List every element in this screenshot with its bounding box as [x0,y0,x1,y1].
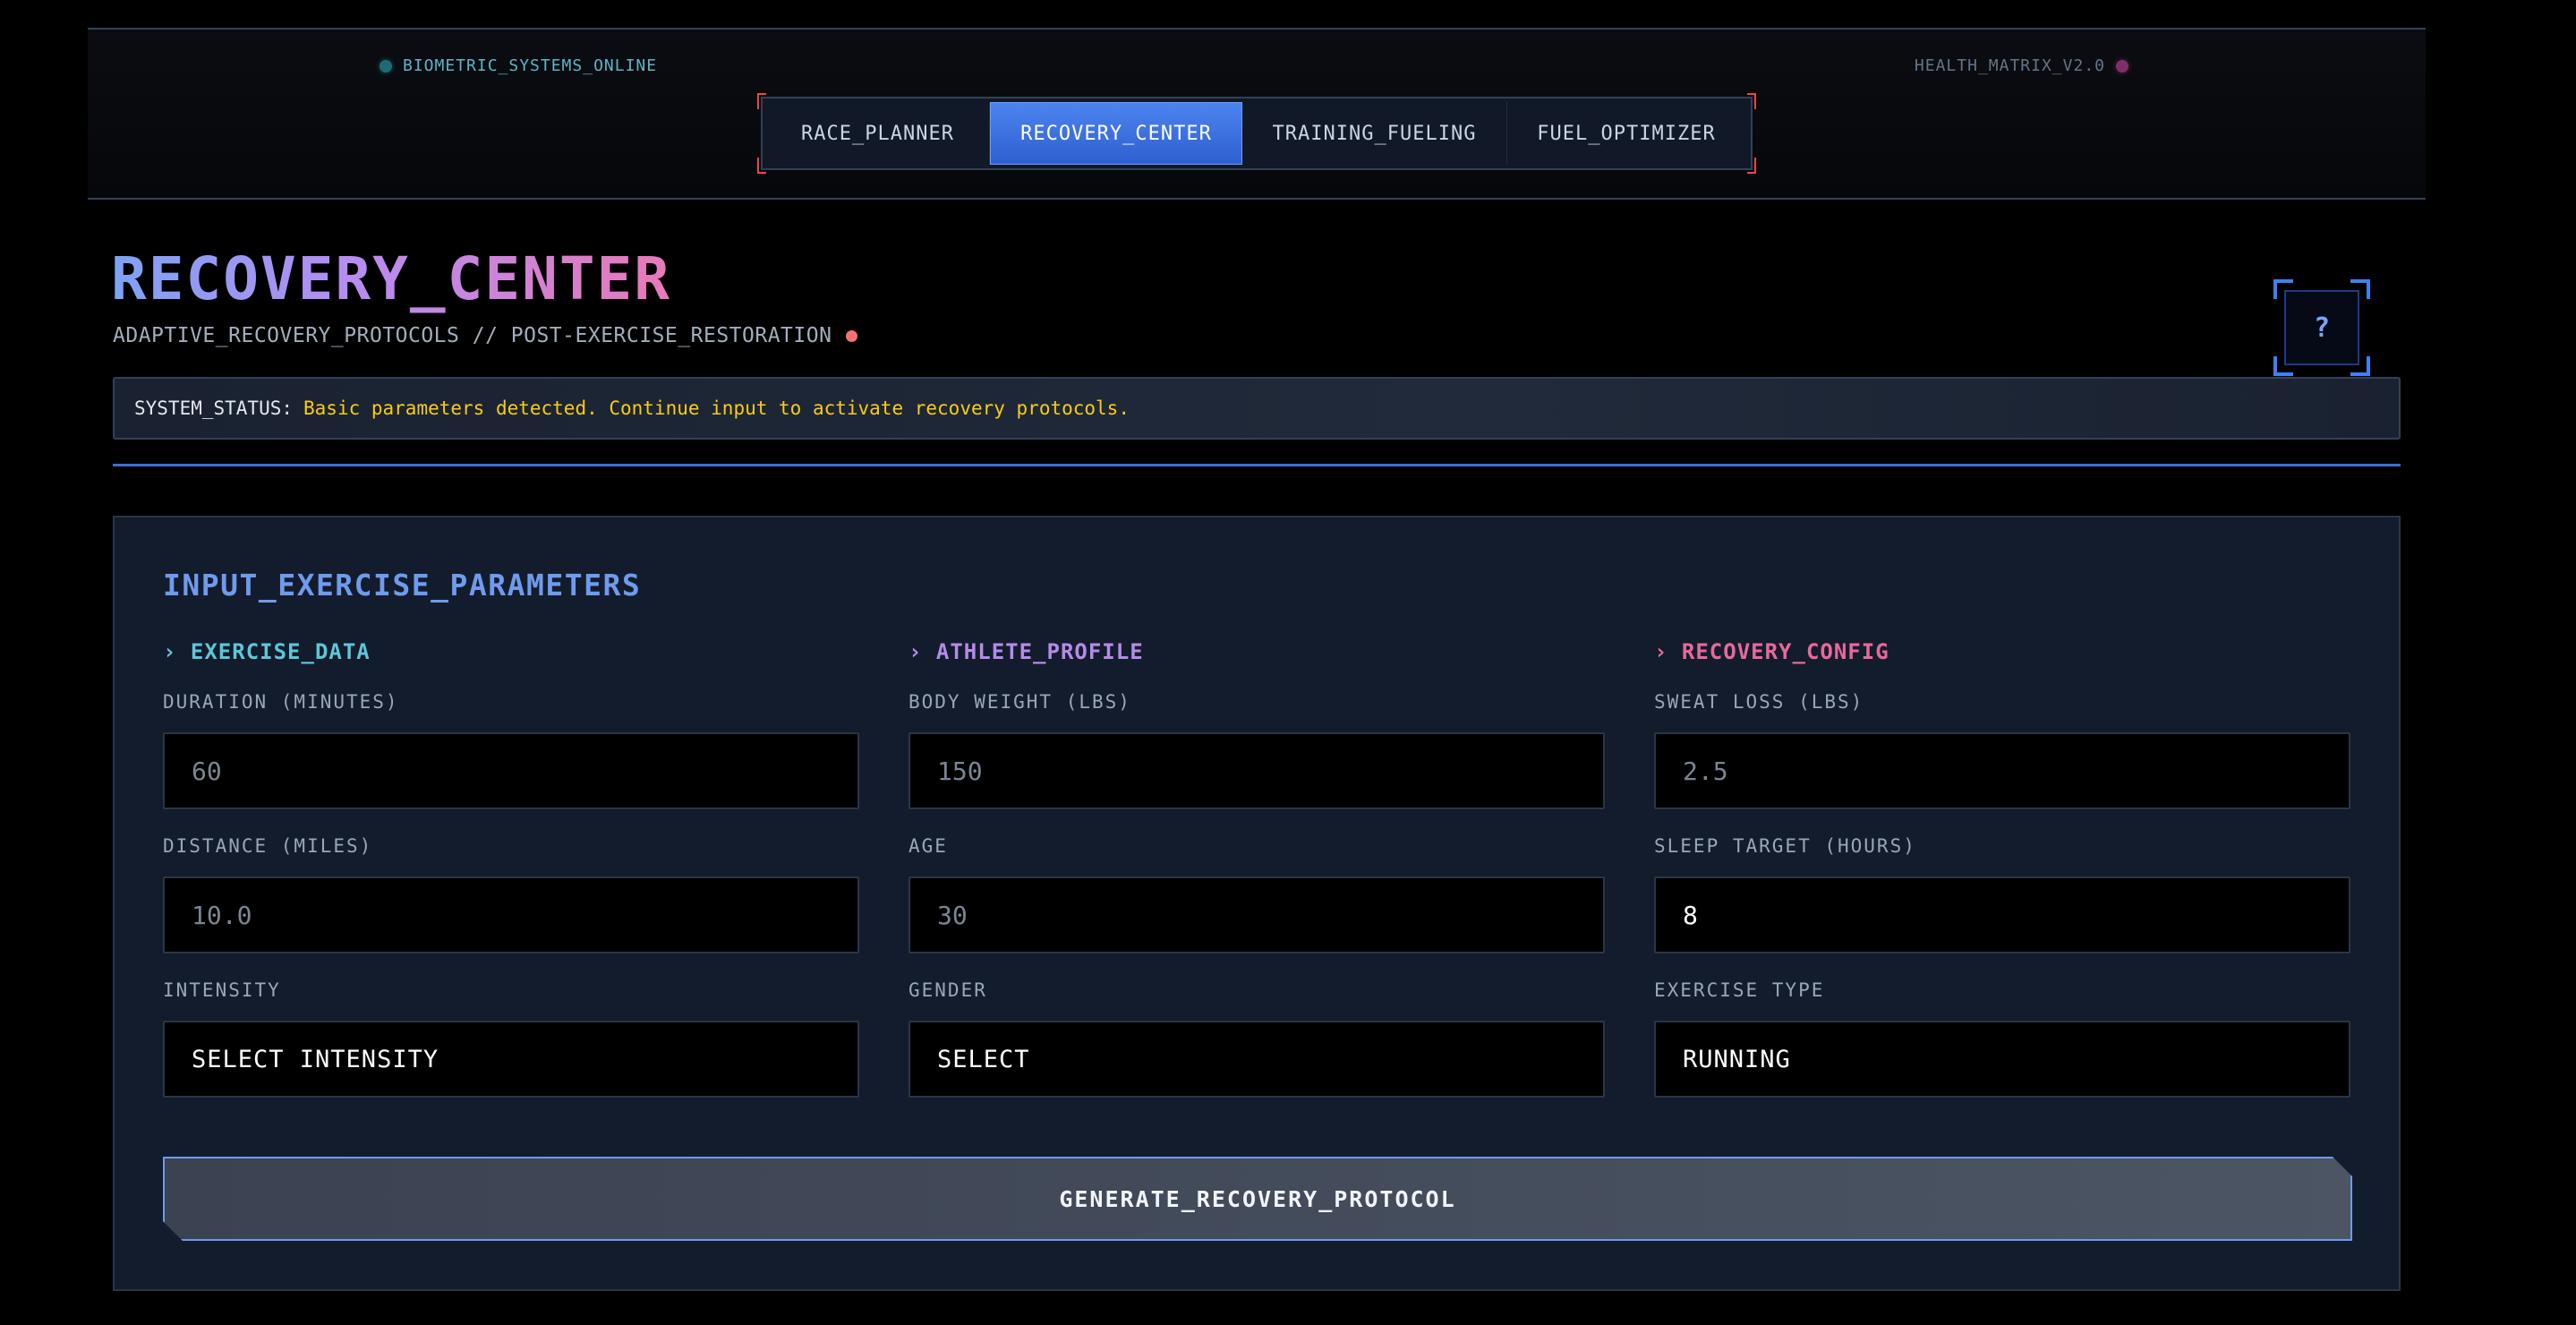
exercise-type-select[interactable]: RUNNING [1654,1021,2350,1098]
duration-field: DURATION (MINUTES) 60 [163,691,859,809]
corner-bracket-icon [757,93,766,109]
intensity-field: INTENSITY SELECT INTENSITY [163,979,859,1098]
sleep-target-input[interactable]: 8 [1654,876,2350,953]
distance-field: DISTANCE (MILES) 10.0 [163,835,859,953]
corner-bracket-icon [2273,356,2293,376]
subtitle-text: ADAPTIVE_RECOVERY_PROTOCOLS // POST-EXER… [113,324,832,347]
field-label: EXERCISE TYPE [1654,979,1825,1001]
exercise-parameters-panel: INPUT_EXERCISE_PARAMETERS › EXERCISE_DAT… [113,516,2401,1291]
question-mark-icon: ? [2284,290,2359,365]
main-tab-bar: RACE_PLANNER RECOVERY_CENTER TRAINING_FU… [757,93,1756,174]
tab-fuel-optimizer[interactable]: FUEL_OPTIMIZER [1507,102,1745,165]
status-right-label: HEALTH_MATRIX_V2.0 [1914,56,2105,75]
tab-race-planner[interactable]: RACE_PLANNER [766,102,990,165]
sweat-loss-input[interactable]: 2.5 [1654,732,2350,809]
gender-field: GENDER SELECT [908,979,1605,1098]
field-label: INTENSITY [163,979,281,1001]
intensity-select[interactable]: SELECT INTENSITY [163,1021,859,1098]
status-dot-icon [380,59,392,73]
corner-bracket-icon [2350,356,2370,376]
corner-bracket-icon [1747,93,1756,109]
system-status-bar: SYSTEM_STATUS: Basic parameters detected… [113,377,2401,440]
body-weight-input[interactable]: 150 [908,732,1605,809]
help-button[interactable]: ? [2273,279,2370,376]
section-divider [113,464,2401,466]
corner-bracket-icon [2273,279,2293,299]
status-left-label: BIOMETRIC_SYSTEMS_ONLINE [403,56,658,75]
panel-title: INPUT_EXERCISE_PARAMETERS [163,568,642,603]
tab-training-fueling[interactable]: TRAINING_FUELING [1242,102,1507,165]
live-dot-icon [846,329,858,342]
recovery-config-column: › RECOVERY_CONFIG SWEAT LOSS (LBS) 2.5 S… [1654,639,2350,1098]
distance-input[interactable]: 10.0 [163,876,859,953]
generate-recovery-protocol-button[interactable]: GENERATE_RECOVERY_PROTOCOL [163,1157,2352,1241]
tab-recovery-center[interactable]: RECOVERY_CENTER [990,102,1242,165]
exercise-type-field: EXERCISE TYPE RUNNING [1654,979,2350,1098]
exercise-data-column: › EXERCISE_DATA DURATION (MINUTES) 60 DI… [163,639,859,1098]
system-status-label: SYSTEM_STATUS: [134,398,294,419]
status-dot-icon [2116,59,2128,73]
corner-bracket-icon [757,158,766,174]
corner-bracket-icon [1747,158,1756,174]
field-label: AGE [908,835,948,857]
athlete-profile-column: › ATHLETE_PROFILE BODY WEIGHT (LBS) 150 … [908,639,1605,1098]
field-label: DURATION (MINUTES) [163,691,399,713]
field-label: DISTANCE (MILES) [163,835,373,857]
sweat-loss-field: SWEAT LOSS (LBS) 2.5 [1654,691,2350,809]
column-heading: › RECOVERY_CONFIG [1654,639,1889,664]
corner-bracket-icon [2350,279,2370,299]
duration-input[interactable]: 60 [163,732,859,809]
field-label: SLEEP TARGET (HOURS) [1654,835,1916,857]
age-field: AGE 30 [908,835,1605,953]
gender-select[interactable]: SELECT [908,1021,1605,1098]
version-indicator: HEALTH_MATRIX_V2.0 [1915,56,2128,75]
system-online-indicator: BIOMETRIC_SYSTEMS_ONLINE [380,56,657,75]
field-label: GENDER [908,979,987,1001]
field-label: BODY WEIGHT (LBS) [908,691,1131,713]
top-header: BIOMETRIC_SYSTEMS_ONLINE RACE_PLANNER RE… [88,28,2426,200]
sleep-target-field: SLEEP TARGET (HOURS) 8 [1654,835,2350,953]
page-title: RECOVERY_CENTER [111,244,672,313]
field-label: SWEAT LOSS (LBS) [1654,691,1864,713]
body-weight-field: BODY WEIGHT (LBS) 150 [908,691,1605,809]
column-heading: › EXERCISE_DATA [163,639,371,664]
column-heading: › ATHLETE_PROFILE [908,639,1144,664]
page-subtitle: ADAPTIVE_RECOVERY_PROTOCOLS // POST-EXER… [113,324,858,347]
age-input[interactable]: 30 [908,876,1605,953]
system-status-message: Basic parameters detected. Continue inpu… [303,398,1130,419]
